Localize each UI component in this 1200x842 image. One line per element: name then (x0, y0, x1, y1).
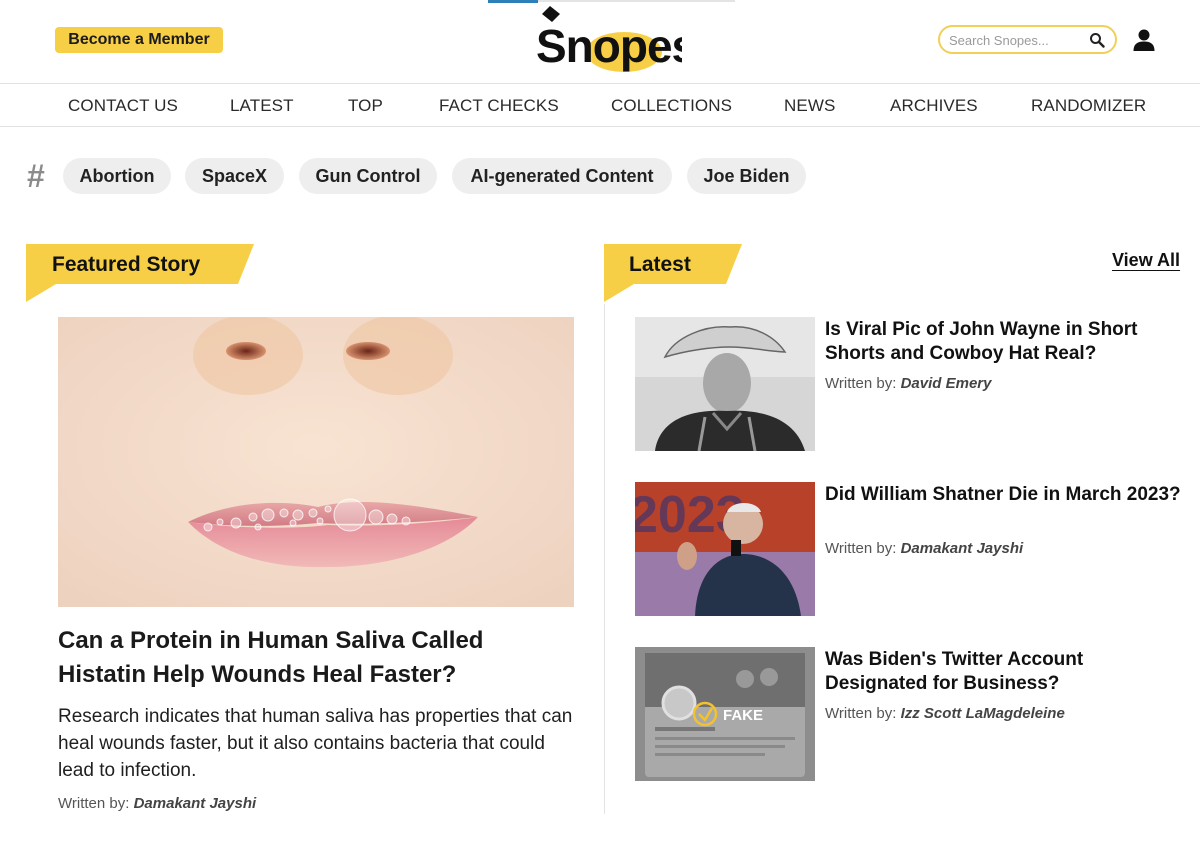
search-input[interactable] (949, 31, 1079, 49)
byline-label: Written by: (58, 795, 130, 812)
latest-banner: Latest (604, 244, 744, 304)
byline-label: Written by: (825, 375, 897, 392)
nav-archives[interactable]: ARCHIVES (890, 96, 978, 116)
latest-byline-1: Written by: David Emery (825, 375, 991, 392)
nav-top[interactable]: TOP (348, 96, 383, 116)
featured-story-image[interactable] (58, 317, 574, 607)
latest-author-2[interactable]: Damakant Jayshi (901, 540, 1024, 557)
nav-randomizer[interactable]: RANDOMIZER (1031, 96, 1146, 116)
column-divider (604, 304, 605, 814)
latest-title-1[interactable]: Is Viral Pic of John Wayne in Short Shor… (825, 318, 1185, 366)
latest-byline-2: Written by: Damakant Jayshi (825, 540, 1023, 557)
latest-author-3[interactable]: Izz Scott LaMagdeleine (901, 705, 1065, 722)
latest-thumb-shatner[interactable]: 2023 (635, 482, 815, 616)
featured-story-title[interactable]: Can a Protein in Human Saliva Called His… (58, 624, 578, 692)
snopes-logo[interactable]: Snopes (532, 4, 682, 78)
search-box (938, 25, 1117, 54)
tag-spacex[interactable]: SpaceX (185, 158, 284, 194)
user-account-icon[interactable] (1132, 28, 1156, 52)
byline-label: Written by: (825, 705, 897, 722)
search-icon[interactable] (1089, 32, 1105, 48)
main-nav: CONTACT US LATEST TOP FACT CHECKS COLLEC… (0, 85, 1200, 127)
nav-contact-us[interactable]: CONTACT US (68, 96, 178, 116)
latest-author-1[interactable]: David Emery (901, 375, 992, 392)
byline-label: Written by: (825, 540, 897, 557)
featured-byline: Written by: Damakant Jayshi (58, 795, 256, 812)
featured-author[interactable]: Damakant Jayshi (134, 795, 257, 812)
featured-story-description: Research indicates that human saliva has… (58, 706, 573, 781)
latest-title-3[interactable]: Was Biden's Twitter Account Designated f… (825, 648, 1185, 696)
latest-title-2[interactable]: Did William Shatner Die in March 2023? (825, 483, 1185, 507)
latest-byline-3: Written by: Izz Scott LaMagdeleine (825, 705, 1065, 722)
featured-story-banner: Featured Story (26, 244, 256, 304)
nav-latest[interactable]: LATEST (230, 96, 294, 116)
site-header: Become a Member Snopes (0, 0, 1200, 84)
latest-thumb-biden-twitter[interactable]: FAKE (635, 647, 815, 781)
featured-story-heading: Featured Story (52, 253, 201, 276)
nav-news[interactable]: NEWS (784, 96, 835, 116)
hashtag-icon: # (27, 158, 45, 194)
view-all-link[interactable]: View All (1112, 250, 1180, 271)
tag-ai-generated-content[interactable]: AI-generated Content (452, 158, 672, 194)
nav-fact-checks[interactable]: FACT CHECKS (439, 96, 559, 116)
latest-thumb-john-wayne[interactable] (635, 317, 815, 451)
logo-text: Snopes (536, 20, 682, 72)
fake-rating-badge: FAKE (723, 707, 763, 724)
become-member-button[interactable]: Become a Member (55, 27, 223, 53)
nav-collections[interactable]: COLLECTIONS (611, 96, 732, 116)
tag-joe-biden[interactable]: Joe Biden (687, 158, 806, 194)
tag-gun-control[interactable]: Gun Control (299, 158, 437, 194)
latest-heading: Latest (629, 253, 691, 276)
tag-abortion[interactable]: Abortion (63, 158, 171, 194)
